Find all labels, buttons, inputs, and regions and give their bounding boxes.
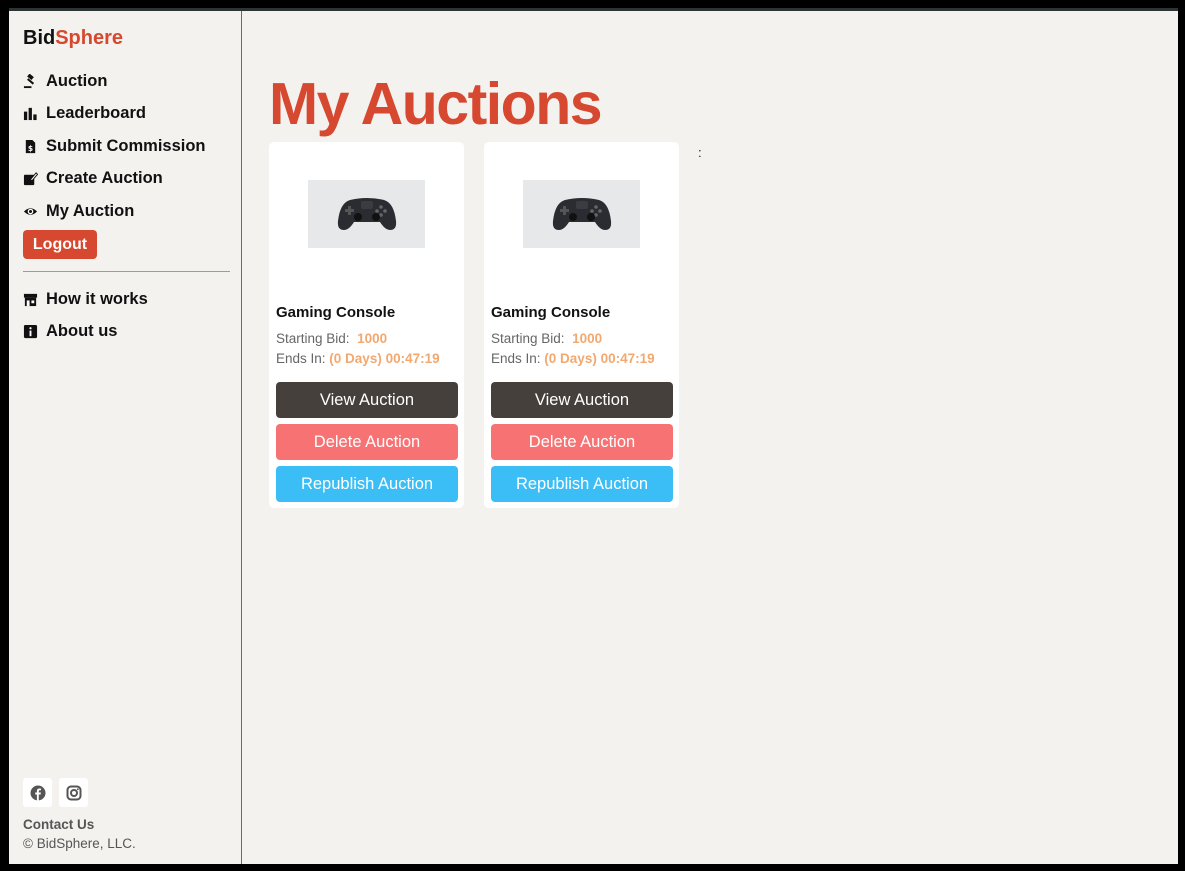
sidebar-item-label: Auction	[46, 71, 108, 90]
gavel-icon	[23, 73, 35, 88]
bar-chart-icon	[23, 108, 37, 121]
auction-card: Gaming Console Starting Bid: 1000 Ends I…	[269, 142, 464, 508]
brand-logo[interactable]: BidSphere	[23, 27, 123, 50]
facebook-icon	[30, 785, 45, 800]
store-icon	[23, 293, 38, 306]
starting-bid-label: Starting Bid:	[276, 331, 350, 346]
starting-bid-value: 1000	[357, 331, 388, 346]
auction-card: Gaming Console Starting Bid: 1000 Ends I…	[484, 142, 679, 508]
sidebar-secondary-nav: How it works About us	[23, 283, 148, 348]
eye-icon	[23, 207, 38, 215]
app-window: BidSphere Auction Leaderboard $ Submit C…	[9, 8, 1178, 864]
auction-image	[523, 180, 640, 248]
gamepad-icon	[337, 198, 396, 230]
delete-auction-button[interactable]: Delete Auction	[491, 424, 673, 460]
instagram-icon	[66, 785, 81, 800]
sidebar-item-how-it-works[interactable]: How it works	[23, 283, 148, 316]
sidebar-item-label: Submit Commission	[46, 136, 206, 155]
sidebar-item-leaderboard[interactable]: Leaderboard	[23, 98, 206, 131]
ends-in-value: (0 Days) 00:47:19	[544, 351, 655, 366]
sidebar-item-label: About us	[46, 322, 118, 341]
sidebar-nav: Auction Leaderboard $ Submit Commission …	[23, 65, 206, 228]
sidebar: BidSphere Auction Leaderboard $ Submit C…	[9, 11, 242, 864]
social-links	[23, 778, 88, 807]
logout-button[interactable]: Logout	[23, 230, 97, 259]
ends-in-row: Ends In: (0 Days) 00:47:19	[491, 351, 655, 366]
brand-name-part2: Sphere	[55, 27, 124, 49]
sidebar-item-auction[interactable]: Auction	[23, 65, 206, 98]
info-icon	[23, 325, 38, 339]
sidebar-item-create-auction[interactable]: Create Auction	[23, 163, 206, 196]
sidebar-item-label: Create Auction	[46, 169, 163, 188]
dollar-file-icon: $	[25, 139, 36, 153]
sidebar-divider	[23, 271, 230, 272]
auction-title: Gaming Console	[276, 304, 396, 321]
auction-image	[308, 180, 425, 248]
brand-name-part1: Bid	[23, 27, 56, 49]
instagram-link[interactable]	[59, 778, 88, 807]
ends-in-label: Ends In:	[276, 351, 326, 366]
ends-in-label: Ends In:	[491, 351, 541, 366]
main-content: My Auctions : Gaming Console Starting Bi…	[243, 11, 1178, 864]
stray-text: :	[698, 145, 702, 160]
starting-bid-row: Starting Bid: 1000	[276, 331, 387, 346]
sidebar-item-label: Leaderboard	[46, 104, 146, 123]
svg-text:$: $	[28, 144, 33, 153]
delete-auction-button[interactable]: Delete Auction	[276, 424, 458, 460]
sidebar-item-label: How it works	[46, 289, 148, 308]
starting-bid-row: Starting Bid: 1000	[491, 331, 602, 346]
ends-in-value: (0 Days) 00:47:19	[329, 351, 440, 366]
starting-bid-value: 1000	[572, 331, 603, 346]
gamepad-icon	[552, 198, 611, 230]
republish-auction-button[interactable]: Republish Auction	[491, 466, 673, 502]
starting-bid-label: Starting Bid:	[491, 331, 565, 346]
ends-in-row: Ends In: (0 Days) 00:47:19	[276, 351, 440, 366]
contact-us-link[interactable]: Contact Us	[23, 817, 94, 832]
copyright-text: © BidSphere, LLC.	[23, 836, 136, 851]
sidebar-item-my-auction[interactable]: My Auction	[23, 195, 206, 228]
sidebar-item-label: My Auction	[46, 201, 135, 220]
view-auction-button[interactable]: View Auction	[276, 382, 458, 418]
sidebar-item-about-us[interactable]: About us	[23, 316, 148, 349]
facebook-link[interactable]	[23, 778, 52, 807]
page-title: My Auctions	[269, 71, 603, 137]
auction-title: Gaming Console	[491, 304, 611, 321]
republish-auction-button[interactable]: Republish Auction	[276, 466, 458, 502]
sidebar-item-submit-commission[interactable]: $ Submit Commission	[23, 130, 206, 163]
view-auction-button[interactable]: View Auction	[491, 382, 673, 418]
edit-icon	[23, 172, 38, 186]
